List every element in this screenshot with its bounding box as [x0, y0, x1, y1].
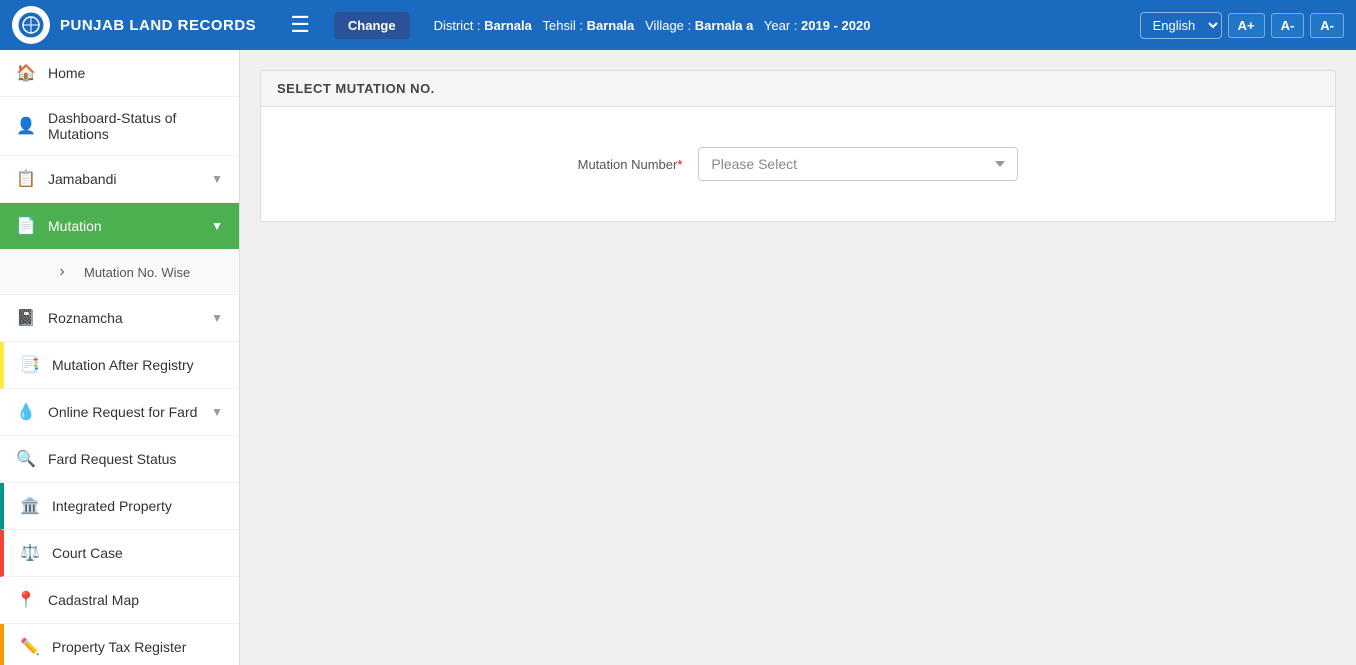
- sidebar-item-home[interactable]: 🏠 Home: [0, 50, 239, 97]
- sidebar-item-label: Cadastral Map: [48, 592, 139, 608]
- card-header: SELECT MUTATION NO.: [261, 71, 1335, 107]
- font-increase-button[interactable]: A+: [1228, 13, 1265, 38]
- font-decrease-button[interactable]: A-: [1310, 13, 1344, 38]
- fard-icon: 💧: [16, 402, 36, 422]
- sidebar-item-label: Mutation No. Wise: [84, 265, 190, 280]
- change-button[interactable]: Change: [334, 12, 410, 39]
- navbar-left: PUNJAB LAND RECORDS ☰ Change District : …: [12, 6, 870, 44]
- sidebar-item-integrated-property[interactable]: 🏛️ Integrated Property: [0, 483, 239, 530]
- integrated-property-icon: 🏛️: [20, 496, 40, 516]
- chevron-down-icon: ▼: [211, 219, 223, 233]
- sidebar-item-mutation[interactable]: 📄 Mutation ▼: [0, 203, 239, 250]
- sidebar-item-label: Property Tax Register: [52, 639, 186, 655]
- font-default-button[interactable]: A-: [1271, 13, 1305, 38]
- mutation-number-select[interactable]: Please Select: [698, 147, 1018, 181]
- court-case-icon: ⚖️: [20, 543, 40, 563]
- mutation-card: SELECT MUTATION NO. Mutation Number* Ple…: [260, 70, 1336, 222]
- arrow-right-icon: ›: [52, 263, 72, 281]
- mutation-registry-icon: 📑: [20, 355, 40, 375]
- sidebar-item-mutation-no-wise[interactable]: › Mutation No. Wise: [0, 250, 239, 295]
- logo-icon: [12, 6, 50, 44]
- roznamcha-icon: 📓: [16, 308, 36, 328]
- main-content: SELECT MUTATION NO. Mutation Number* Ple…: [240, 50, 1356, 665]
- chevron-down-icon: ▼: [211, 311, 223, 325]
- sidebar-item-fard-request-status[interactable]: 🔍 Fard Request Status: [0, 436, 239, 483]
- sidebar-item-label: Court Case: [52, 545, 123, 561]
- sidebar-item-online-request-fard[interactable]: 💧 Online Request for Fard ▼: [0, 389, 239, 436]
- chevron-down-icon: ▼: [211, 172, 223, 186]
- map-icon: 📍: [16, 590, 36, 610]
- main-layout: 🏠 Home 👤 Dashboard-Status of Mutations 📋…: [0, 50, 1356, 665]
- sidebar-item-label: Online Request for Fard: [48, 404, 197, 420]
- sidebar-item-label: Mutation After Registry: [52, 357, 194, 373]
- language-select[interactable]: English Punjabi: [1140, 12, 1222, 39]
- sidebar-item-label: Integrated Property: [52, 498, 172, 514]
- sidebar-item-label: Dashboard-Status of Mutations: [48, 110, 223, 142]
- navbar-right: English Punjabi A+ A- A-: [1140, 12, 1344, 39]
- hamburger-button[interactable]: ☰: [282, 8, 318, 42]
- sidebar-item-label: Roznamcha: [48, 310, 123, 326]
- logo-area: PUNJAB LAND RECORDS: [12, 6, 256, 44]
- sidebar-item-dashboard[interactable]: 👤 Dashboard-Status of Mutations: [0, 97, 239, 156]
- sidebar-item-court-case[interactable]: ⚖️ Court Case: [0, 530, 239, 577]
- home-icon: 🏠: [16, 63, 36, 83]
- card-body: Mutation Number* Please Select: [261, 107, 1335, 221]
- logo-text: PUNJAB LAND RECORDS: [60, 17, 256, 34]
- sidebar: 🏠 Home 👤 Dashboard-Status of Mutations 📋…: [0, 50, 240, 665]
- sidebar-item-label: Home: [48, 65, 85, 81]
- top-navbar: PUNJAB LAND RECORDS ☰ Change District : …: [0, 0, 1356, 50]
- jamabandi-icon: 📋: [16, 169, 36, 189]
- mutation-icon: 📄: [16, 216, 36, 236]
- sidebar-item-property-tax-register[interactable]: ✏️ Property Tax Register: [0, 624, 239, 665]
- search-fard-icon: 🔍: [16, 449, 36, 469]
- mutation-number-label: Mutation Number*: [578, 157, 683, 172]
- sidebar-item-cadastral-map[interactable]: 📍 Cadastral Map: [0, 577, 239, 624]
- chevron-down-icon: ▼: [211, 405, 223, 419]
- sidebar-item-label: Fard Request Status: [48, 451, 176, 467]
- sidebar-item-jamabandi[interactable]: 📋 Jamabandi ▼: [0, 156, 239, 203]
- sidebar-item-mutation-after-registry[interactable]: 📑 Mutation After Registry: [0, 342, 239, 389]
- sidebar-item-label: Mutation: [48, 218, 102, 234]
- sidebar-item-label: Jamabandi: [48, 171, 117, 187]
- dashboard-icon: 👤: [16, 116, 36, 136]
- property-tax-icon: ✏️: [20, 637, 40, 657]
- sidebar-item-roznamcha[interactable]: 📓 Roznamcha ▼: [0, 295, 239, 342]
- mutation-form-group: Mutation Number* Please Select: [578, 147, 1019, 181]
- nav-info: District : Barnala Tehsil : Barnala Vill…: [434, 18, 871, 33]
